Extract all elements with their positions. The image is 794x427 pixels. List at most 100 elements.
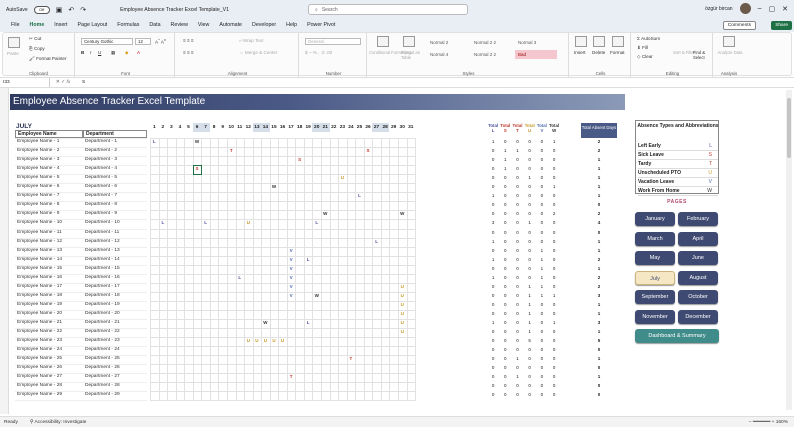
menu-tab-data[interactable]: Data [144, 19, 165, 32]
employee-name[interactable]: Employee Name - 27 [17, 374, 62, 379]
employee-name[interactable]: Employee Name - 26 [17, 365, 62, 370]
department-name[interactable]: Department - 16 [85, 275, 120, 280]
absence-mark[interactable]: W [270, 184, 279, 189]
absence-mark[interactable]: U [244, 220, 253, 225]
scroll-thumb[interactable] [787, 98, 791, 158]
font-color-icon[interactable]: A [137, 50, 140, 55]
header-employee[interactable]: Employee Name [15, 130, 83, 138]
employee-name[interactable]: Employee Name - 24 [17, 347, 62, 352]
menu-tab-view[interactable]: View [193, 19, 214, 32]
format-table-icon[interactable] [403, 36, 415, 47]
format-icon[interactable] [612, 36, 624, 47]
department-name[interactable]: Department - 2 [85, 148, 117, 153]
redo-icon[interactable]: ↷ [80, 6, 86, 14]
clear-button[interactable]: ◇ Clear [637, 54, 653, 60]
user-name[interactable]: özgür bircan [705, 6, 733, 12]
style-normal-2-2b[interactable]: Normal 2 2 [471, 50, 513, 59]
selected-cell[interactable] [192, 165, 203, 176]
conditional-formatting-icon[interactable] [377, 36, 389, 47]
employee-name[interactable]: Employee Name - 10 [17, 220, 62, 225]
department-name[interactable]: Department - 12 [85, 239, 120, 244]
search-box[interactable]: ⌕ Search [308, 4, 468, 15]
cut-button[interactable]: ✂ Cut [29, 36, 41, 42]
month-button-july[interactable]: July [635, 270, 675, 285]
department-name[interactable]: Department - 26 [85, 365, 120, 370]
delete-icon[interactable] [593, 36, 605, 47]
employee-name[interactable]: Employee Name - 7 [17, 193, 59, 198]
borders-icon[interactable]: ▦ [111, 50, 115, 56]
employee-name[interactable]: Employee Name - 14 [17, 257, 62, 262]
accessibility-status[interactable]: ⚲ Accessibility: Investigate [30, 420, 87, 425]
employee-name[interactable]: Employee Name - 22 [17, 329, 62, 334]
absence-mark[interactable]: V [287, 293, 296, 298]
employee-name[interactable]: Employee Name - 8 [17, 202, 59, 207]
menu-tab-formulas[interactable]: Formulas [112, 19, 144, 32]
style-normal-4[interactable]: Normal 4 [427, 50, 469, 59]
department-name[interactable]: Department - 5 [85, 175, 117, 180]
undo-icon[interactable]: ↶ [68, 6, 74, 14]
file-name[interactable]: Employee Absence Tracker Excel Template_… [120, 7, 229, 13]
employee-name[interactable]: Employee Name - 4 [17, 166, 59, 171]
department-name[interactable]: Department - 15 [85, 266, 120, 271]
employee-name[interactable]: Employee Name - 9 [17, 211, 59, 216]
insert-button[interactable]: Insert [574, 50, 586, 55]
dashboard-summary-button[interactable]: Dashboard & Summary [635, 329, 719, 343]
paste-button[interactable]: Paste [7, 51, 19, 56]
format-table-button[interactable]: Format as Table [401, 50, 421, 60]
save-icon[interactable]: ▣ [56, 6, 63, 14]
absence-mark[interactable]: V [287, 248, 296, 253]
month-button-january[interactable]: January [635, 212, 675, 226]
employee-name[interactable]: Employee Name - 3 [17, 157, 59, 162]
comments-button[interactable]: Comments [722, 21, 756, 30]
menu-tab-home[interactable]: Home [24, 19, 50, 33]
month-button-april[interactable]: April [678, 231, 718, 246]
menu-tab-help[interactable]: Help [281, 19, 302, 32]
absence-mark[interactable]: L [236, 275, 245, 280]
employee-name[interactable]: Employee Name - 12 [17, 239, 62, 244]
employee-name[interactable]: Employee Name - 18 [17, 293, 62, 298]
close-icon[interactable]: ✕ [782, 5, 788, 13]
absence-mark[interactable]: L [312, 220, 321, 225]
absence-mark[interactable]: L [372, 239, 381, 244]
employee-name[interactable]: Employee Name - 29 [17, 392, 62, 397]
formula-input[interactable]: S [76, 80, 85, 85]
absence-mark[interactable]: L [355, 193, 364, 198]
absence-mark[interactable]: S [364, 148, 373, 153]
italic-icon[interactable]: I [90, 50, 91, 55]
paste-icon[interactable] [8, 37, 20, 48]
absence-mark[interactable]: U [398, 320, 407, 325]
employee-name[interactable]: Employee Name - 25 [17, 356, 62, 361]
absence-mark[interactable]: U [338, 175, 347, 180]
sort-filter-button[interactable]: Sort & Filter [673, 50, 695, 55]
absence-mark[interactable]: U [398, 293, 407, 298]
absence-mark[interactable]: S [295, 157, 304, 162]
absence-mark[interactable]: V [287, 284, 296, 289]
vertical-scrollbar[interactable] [786, 90, 792, 410]
format-button[interactable]: Format [610, 50, 625, 55]
number-format-dropdown[interactable]: General [305, 38, 361, 45]
department-name[interactable]: Department - 23 [85, 338, 120, 343]
zoom-level[interactable]: − ━━━━━━ + 160% [749, 420, 788, 425]
department-name[interactable]: Department - 17 [85, 284, 120, 289]
month-button-june[interactable]: June [678, 251, 718, 265]
month-button-september[interactable]: September [635, 290, 675, 304]
fx-icon[interactable]: ✕ ✓ fx [50, 80, 76, 85]
month-button-august[interactable]: August [678, 270, 718, 285]
absence-mark[interactable]: U [398, 284, 407, 289]
employee-name[interactable]: Employee Name - 11 [17, 230, 62, 235]
fill-color-icon[interactable]: ◆ [125, 50, 129, 56]
analyze-data-icon[interactable] [723, 36, 735, 47]
employee-name[interactable]: Employee Name - 13 [17, 248, 62, 253]
font-size-dropdown[interactable]: 12 [135, 38, 151, 45]
absence-mark[interactable]: L [150, 139, 159, 144]
autosave-toggle[interactable]: Off [33, 5, 50, 14]
absence-mark[interactable]: T [347, 356, 356, 361]
underline-icon[interactable]: U [98, 50, 101, 55]
month-button-november[interactable]: November [635, 309, 675, 324]
employee-name[interactable]: Employee Name - 6 [17, 184, 59, 189]
align-top-icon[interactable]: ≡ ≡ ≡ [183, 38, 194, 43]
currency-icon[interactable]: $ ~ % , .0 .00 [305, 50, 332, 55]
bold-icon[interactable]: B [81, 50, 84, 55]
absence-mark[interactable]: V [287, 266, 296, 271]
absence-mark[interactable]: V [287, 275, 296, 280]
